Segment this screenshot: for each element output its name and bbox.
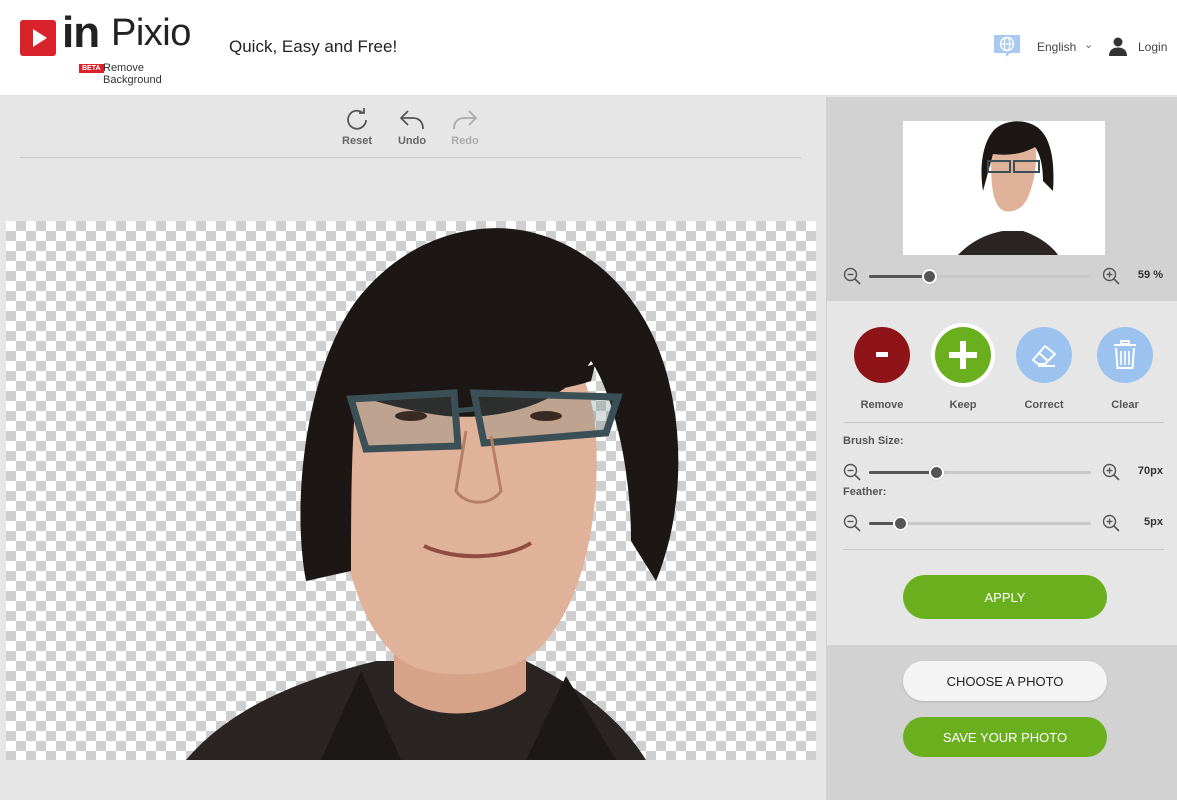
chevron-down-icon[interactable]: ⌄ (1084, 38, 1093, 51)
remove-tool[interactable]: Remove (847, 327, 917, 411)
zoom-slider-fill (869, 275, 929, 278)
zoom-slider-thumb[interactable] (921, 269, 937, 284)
undo-button[interactable]: Undo (387, 107, 437, 147)
undo-icon (400, 110, 424, 130)
correct-tool[interactable]: Correct (1009, 327, 1079, 411)
reset-icon (347, 108, 367, 130)
zoom-slider[interactable] (869, 269, 1091, 284)
trash-icon (1097, 327, 1153, 383)
photo-canvas[interactable] (6, 221, 816, 760)
logo-text-in: in (62, 8, 100, 57)
play-logo-icon (20, 20, 56, 56)
feather-slider[interactable] (869, 516, 1091, 531)
tagline: Quick, Easy and Free! (229, 37, 398, 56)
keep-tool[interactable]: Keep (928, 327, 998, 411)
beta-badge: BETA (79, 64, 104, 73)
brush-slider-thumb[interactable] (928, 465, 944, 480)
zoom-in-icon[interactable] (1102, 463, 1120, 481)
redo-icon (453, 110, 477, 130)
zoom-in-icon[interactable] (1102, 267, 1120, 285)
reset-button[interactable]: Reset (332, 107, 382, 147)
header: in Pixio BETA Remove Background Quick, E… (0, 0, 1177, 96)
slider-divider (843, 549, 1164, 550)
zoom-in-icon[interactable] (1102, 514, 1120, 532)
inpixio-logo[interactable]: in Pixio BETA Remove Background (20, 8, 205, 86)
feather-value: 5px (1144, 516, 1163, 528)
logo-subtitle: Remove Background (103, 62, 162, 86)
user-icon[interactable] (1108, 36, 1128, 56)
correct-label: Correct (1024, 399, 1064, 411)
tools-section: Remove Keep Correct Clear Brush Size: 70… (827, 301, 1177, 645)
brush-slider-row: 70px (843, 463, 1163, 483)
zoom-slider-row: 59 % (843, 267, 1163, 287)
brush-size-label: Brush Size: (843, 435, 904, 447)
remove-label: Remove (860, 399, 904, 411)
photo-actions-section: CHOOSE A PHOTO SAVE YOUR PHOTO (827, 645, 1177, 800)
login-link[interactable]: Login (1138, 40, 1167, 54)
zoom-out-icon[interactable] (843, 514, 861, 532)
tools-divider (843, 422, 1164, 423)
feather-slider-row: 5px (843, 514, 1163, 534)
toolbar-divider (20, 157, 801, 158)
zoom-value: 59 % (1137, 269, 1163, 281)
brush-size-value: 70px (1137, 465, 1163, 477)
save-photo-button[interactable]: SAVE YOUR PHOTO (903, 717, 1107, 757)
language-selector[interactable]: English (1037, 40, 1076, 54)
feather-slider-thumb[interactable] (893, 516, 909, 531)
zoom-out-icon[interactable] (843, 267, 861, 285)
eraser-icon (1016, 327, 1072, 383)
preview-thumbnail (903, 121, 1105, 255)
sidebar: 59 % Remove Keep Correct Clear Brush Siz… (826, 97, 1177, 800)
brush-slider-fill (869, 471, 936, 474)
minus-icon (854, 327, 910, 383)
redo-button[interactable]: Redo (440, 107, 490, 147)
keep-label: Keep (949, 399, 977, 411)
preview-section: 59 % (827, 97, 1177, 301)
brush-size-slider[interactable] (869, 465, 1091, 480)
clear-tool[interactable]: Clear (1090, 327, 1160, 411)
undo-label: Undo (397, 135, 427, 147)
apply-button[interactable]: APPLY (903, 575, 1107, 619)
clear-label: Clear (1111, 399, 1139, 411)
language-globe-icon[interactable] (992, 33, 1022, 59)
choose-photo-button[interactable]: CHOOSE A PHOTO (903, 661, 1107, 701)
editor-area: Reset Undo Redo (0, 97, 826, 800)
plus-icon (935, 327, 991, 383)
redo-label: Redo (451, 135, 479, 147)
zoom-out-icon[interactable] (843, 463, 861, 481)
feather-label: Feather: (843, 486, 887, 498)
logo-text-pixio: Pixio (111, 12, 191, 54)
reset-label: Reset (342, 135, 372, 147)
portrait-cutout (186, 228, 679, 760)
